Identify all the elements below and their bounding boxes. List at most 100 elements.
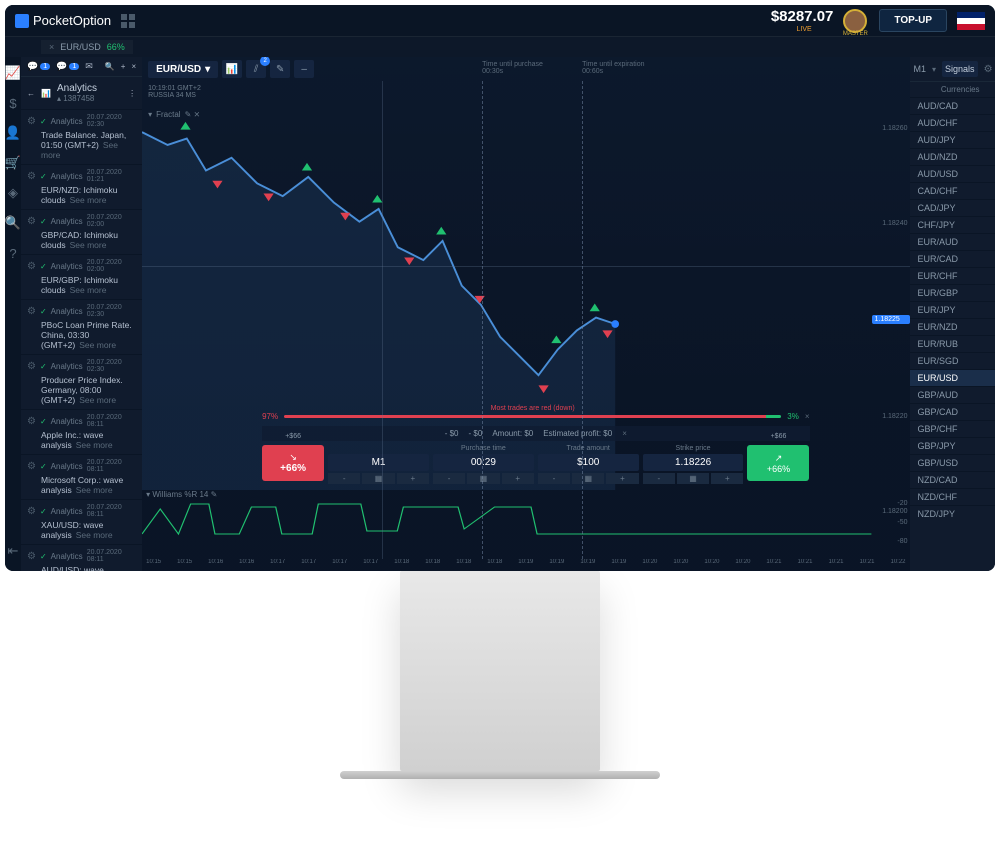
- timeframe-select[interactable]: M1: [914, 64, 927, 74]
- close-icon[interactable]: ×: [622, 429, 627, 438]
- check-icon: ✓: [40, 117, 47, 126]
- more-icon[interactable]: ⋮: [128, 89, 136, 98]
- currency-item[interactable]: GBP/CAD↓: [910, 403, 996, 420]
- dollar-icon[interactable]: $: [5, 95, 21, 111]
- logout-icon[interactable]: ⇤: [5, 543, 21, 559]
- currency-item[interactable]: NZD/CHF↑: [910, 488, 996, 505]
- chat-icon[interactable]: 💬1: [27, 61, 50, 72]
- close-icon[interactable]: ×: [131, 62, 136, 71]
- analytics-item[interactable]: ⚙✓Analytics20.07.2020 01:21EUR/NZD: Ichi…: [21, 164, 142, 209]
- gear-icon[interactable]: ⚙: [27, 306, 36, 317]
- gear-icon[interactable]: ⚙: [984, 64, 993, 75]
- topup-button[interactable]: TOP-UP: [879, 9, 947, 32]
- trade-summary: - $0 - $0 Amount: $0 Estimated profit: $…: [262, 426, 809, 441]
- gear-icon[interactable]: ⚙: [27, 551, 36, 562]
- currency-item[interactable]: AUD/NZD↓: [910, 148, 996, 165]
- logo[interactable]: PocketOption: [15, 13, 111, 28]
- analytics-item[interactable]: ⚙✓Analytics20.07.2020 02:30Trade Balance…: [21, 109, 142, 164]
- pair-button[interactable]: EUR/USD ▾: [148, 61, 218, 78]
- currency-item[interactable]: EUR/RUB↓: [910, 335, 996, 352]
- check-icon: ✓: [40, 217, 47, 226]
- currency-item[interactable]: EUR/CHF↓: [910, 267, 996, 284]
- draw-icon[interactable]: ✎: [270, 60, 290, 78]
- gear-icon[interactable]: ⚙: [27, 361, 36, 372]
- user-icon[interactable]: 👤: [5, 125, 21, 141]
- tab-eurusd[interactable]: × EUR/USD 66%: [41, 40, 133, 54]
- currency-item[interactable]: EUR/USD↓: [910, 369, 996, 386]
- currency-item[interactable]: AUD/CAD↓↓: [910, 97, 996, 114]
- currency-item[interactable]: EUR/NZD↑↑: [910, 318, 996, 335]
- chart-icon: 📊: [41, 89, 51, 98]
- currency-item[interactable]: CAD/CHF↑: [910, 182, 996, 199]
- purchase-time-field[interactable]: Purchase time 00:29 -▦+: [433, 445, 534, 481]
- analytics-item[interactable]: ⚙✓Analytics20.07.2020 02:30PBoC Loan Pri…: [21, 299, 142, 354]
- analytics-list[interactable]: ⚙✓Analytics20.07.2020 02:30Trade Balance…: [21, 109, 142, 571]
- timeframe-field[interactable]: M1 -▦+: [328, 445, 429, 481]
- search-icon[interactable]: 🔍: [105, 62, 115, 71]
- language-flag-icon[interactable]: [957, 12, 985, 30]
- gear-icon[interactable]: ⚙: [27, 216, 36, 227]
- buy-button[interactable]: +$66 ↗ +66%: [747, 445, 809, 481]
- analytics-item[interactable]: ⚙✓Analytics20.07.2020 02:30Producer Pric…: [21, 354, 142, 409]
- currency-item[interactable]: GBP/CHF↑: [910, 420, 996, 437]
- analytics-item[interactable]: ⚙✓Analytics20.07.2020 08:11Apple Inc.: w…: [21, 409, 142, 454]
- gear-icon[interactable]: ⚙: [27, 506, 36, 517]
- mail-icon[interactable]: ✉: [85, 61, 93, 72]
- currency-item[interactable]: CAD/JPY↑: [910, 199, 996, 216]
- fractal-indicator[interactable]: ▾ Fractal ✎ ⨯: [148, 110, 200, 119]
- signals-button[interactable]: Signals: [942, 61, 978, 77]
- bell-icon[interactable]: 💬1: [56, 61, 79, 72]
- trade-amount-field[interactable]: Trade amount $100 -▦+: [538, 445, 639, 481]
- analytics-item[interactable]: ⚙✓Analytics20.07.2020 08:11XAU/USD: wave…: [21, 499, 142, 544]
- close-icon[interactable]: ×: [805, 412, 810, 421]
- grid-icon[interactable]: [121, 14, 135, 28]
- balance[interactable]: $8287.07 LIVE: [771, 8, 834, 33]
- strike-price-field[interactable]: Strike price 1.18226 -▦+: [643, 445, 744, 481]
- analytics-toolbar: 💬1 💬1 ✉ 🔍 + ×: [21, 57, 142, 77]
- close-icon[interactable]: ×: [49, 42, 54, 52]
- currency-item[interactable]: AUD/USD↓: [910, 165, 996, 182]
- sentiment-green: 3%: [787, 412, 799, 421]
- current-price: 1.18225: [872, 315, 910, 324]
- currency-item[interactable]: EUR/JPY↓: [910, 301, 996, 318]
- currency-item[interactable]: GBP/USD↓: [910, 454, 996, 471]
- currency-item[interactable]: CHF/JPY↓: [910, 216, 996, 233]
- chart-area[interactable]: EUR/USD ▾ 📊 ⫽2 ✎ – 10:19:01 GMT+2 RUSSIA…: [142, 57, 909, 571]
- gear-icon[interactable]: ⚙: [27, 116, 36, 127]
- currency-list[interactable]: AUD/CAD↓↓AUD/CHF↑AUD/JPY↓↓AUD/NZD↓AUD/US…: [910, 97, 996, 571]
- help-icon[interactable]: ?: [5, 245, 21, 261]
- gear-icon[interactable]: ⚙: [27, 171, 36, 182]
- analytics-item[interactable]: ⚙✓Analytics20.07.2020 02:00GBP/CAD: Ichi…: [21, 209, 142, 254]
- currency-item[interactable]: EUR/GBP↑: [910, 284, 996, 301]
- gear-icon[interactable]: ⚙: [27, 416, 36, 427]
- currency-item[interactable]: EUR/AUD↑: [910, 233, 996, 250]
- analytics-item[interactable]: ⚙✓Analytics20.07.2020 08:11Microsoft Cor…: [21, 454, 142, 499]
- currency-item[interactable]: AUD/CHF↑: [910, 114, 996, 131]
- currency-item[interactable]: AUD/JPY↓↓: [910, 131, 996, 148]
- chart-icon[interactable]: 📈: [5, 65, 21, 81]
- back-icon[interactable]: ←: [27, 89, 35, 98]
- currency-item[interactable]: GBP/JPY↓: [910, 437, 996, 454]
- analytics-item[interactable]: ⚙✓Analytics20.07.2020 02:00EUR/GBP: Ichi…: [21, 254, 142, 299]
- currency-item[interactable]: GBP/AUD↑: [910, 386, 996, 403]
- gear-icon[interactable]: ⚙: [27, 461, 36, 472]
- currency-item[interactable]: EUR/SGD↓: [910, 352, 996, 369]
- diamond-icon[interactable]: ◈: [5, 185, 21, 201]
- candle-icon[interactable]: 📊: [222, 60, 242, 78]
- search-icon[interactable]: 🔍: [5, 215, 21, 231]
- plus-icon[interactable]: +: [121, 62, 126, 71]
- sell-button[interactable]: +$66 ↘ +66%: [262, 445, 324, 481]
- currency-item[interactable]: NZD/JPY↑: [910, 505, 996, 522]
- cart-icon[interactable]: 🛒: [5, 155, 21, 171]
- currency-item[interactable]: NZD/CAD↓: [910, 471, 996, 488]
- left-sidebar: 📈 $ 👤 🛒 ◈ 🔍 ? ⇤: [5, 57, 21, 571]
- analytics-item[interactable]: ⚙✓Analytics20.07.2020 08:11AUD/USD: wave…: [21, 544, 142, 571]
- avatar[interactable]: MASTER: [843, 9, 867, 33]
- indicator-icon[interactable]: ⫽2: [246, 60, 266, 78]
- check-icon: ✓: [40, 417, 47, 426]
- sentiment-red: 97%: [262, 412, 278, 421]
- currency-item[interactable]: EUR/CAD↑: [910, 250, 996, 267]
- price-chart[interactable]: 1.18260 1.18240 1.18225 1.18220 1.18200 …: [142, 81, 909, 559]
- minus-icon[interactable]: –: [294, 60, 314, 78]
- gear-icon[interactable]: ⚙: [27, 261, 36, 272]
